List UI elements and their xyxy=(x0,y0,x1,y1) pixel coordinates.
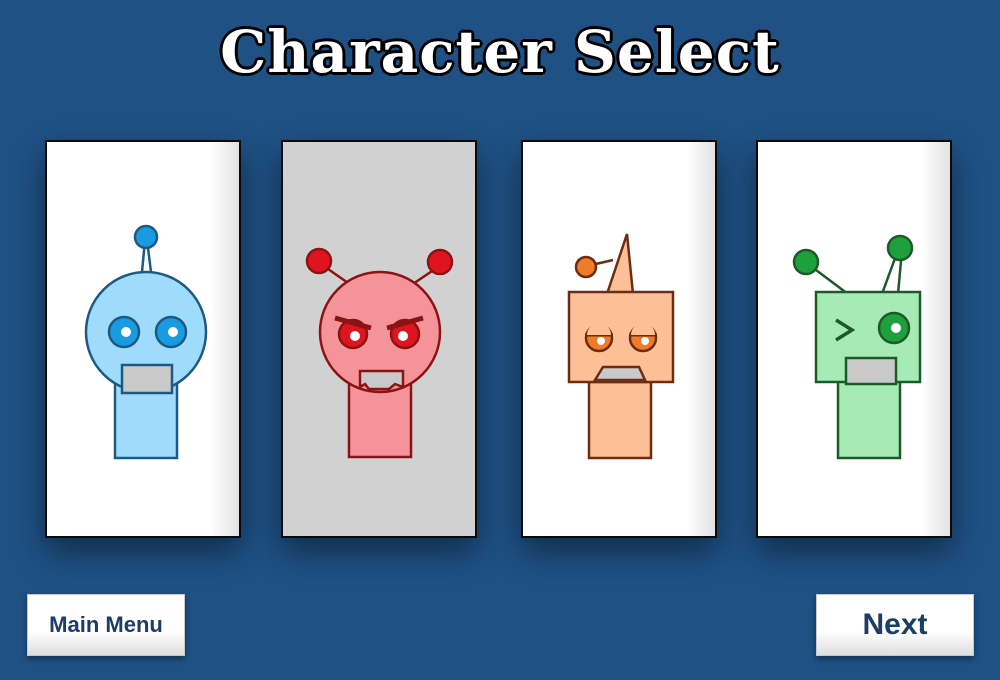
next-button[interactable]: Next xyxy=(816,594,974,656)
main-menu-button[interactable]: Main Menu xyxy=(27,594,185,656)
character-card-red[interactable] xyxy=(281,140,477,538)
red-robot-icon xyxy=(305,247,454,459)
character-card-green[interactable] xyxy=(756,140,952,538)
green-robot-icon xyxy=(792,234,922,460)
blue-robot-icon xyxy=(84,224,208,460)
character-card-blue[interactable] xyxy=(45,140,241,538)
character-card-orange[interactable] xyxy=(521,140,717,538)
orange-robot-icon xyxy=(567,233,675,460)
page-title: Character Select xyxy=(220,18,780,86)
